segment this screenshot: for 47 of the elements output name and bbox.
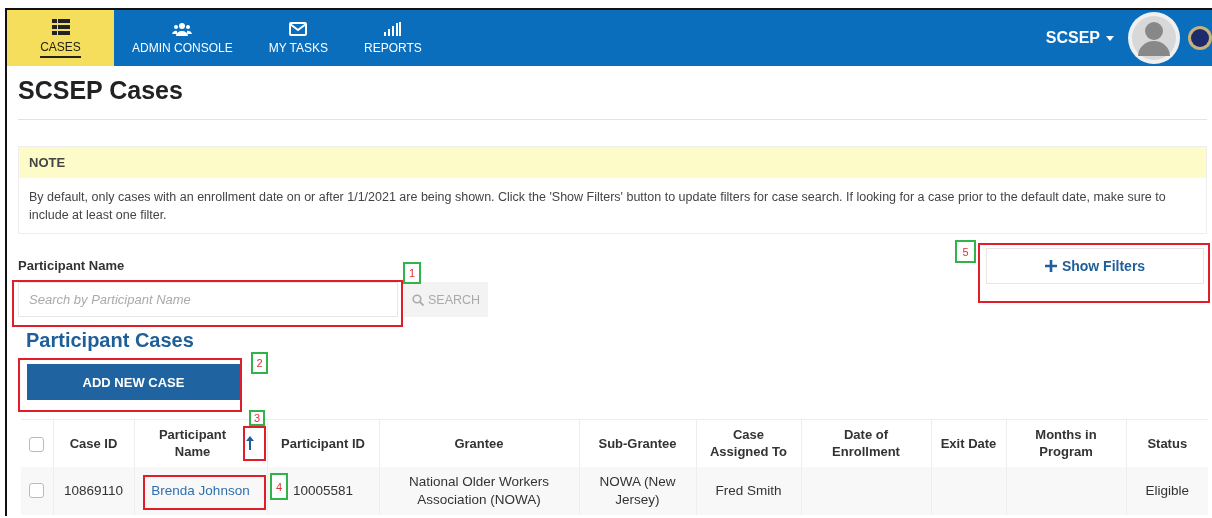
highlight-box xyxy=(243,426,266,461)
plus-icon xyxy=(1044,260,1057,272)
nav-tab[interactable]: REPORTS xyxy=(346,10,440,66)
callout-number: 4 xyxy=(270,473,288,500)
column-header[interactable]: Case ID xyxy=(61,434,126,452)
user-menu[interactable]: SCSEP xyxy=(1039,28,1120,48)
seal-icon xyxy=(1188,26,1212,50)
signal-icon xyxy=(383,21,402,36)
search-icon xyxy=(412,293,424,306)
checkbox[interactable] xyxy=(29,483,45,499)
table-cell: Eligible xyxy=(1145,482,1189,498)
column-header[interactable]: Date of Enrollment xyxy=(809,426,923,461)
column-header[interactable]: Participant Name xyxy=(158,426,227,461)
table-cell: Fred Smith xyxy=(715,482,782,498)
column-header[interactable]: Exit Date xyxy=(939,434,998,452)
nav-tab[interactable]: CASES xyxy=(7,10,114,66)
column-header[interactable]: Grantee xyxy=(387,434,571,452)
caret-icon xyxy=(1106,35,1114,41)
column-header[interactable]: Months in Program xyxy=(1014,426,1118,461)
column-header[interactable]: Participant ID xyxy=(275,434,371,452)
column-header[interactable]: Sub-Grantee xyxy=(587,434,688,452)
mail-icon xyxy=(289,21,308,36)
callout-number: 1 xyxy=(403,262,421,284)
show-filters-button[interactable]: Show Filters xyxy=(986,248,1204,284)
section-title: Participant Cases xyxy=(26,329,195,352)
column-header[interactable]: Case Assigned To xyxy=(704,426,793,461)
add-case-button[interactable]: ADD NEW CASE xyxy=(27,364,240,400)
table-cell: 10869110 xyxy=(63,482,124,498)
table-cell: National Older Workers Association (NOWA) xyxy=(408,473,550,507)
note-title: NOTE xyxy=(19,147,1206,178)
note-text: By default, only cases with an enrollment date on or after 1/1/2021 are being shown. Click the 'Show Filters' button to update filters for case search. If looking for a case prior to the default date, make sure to include at least one filter. xyxy=(28,189,1167,224)
checkbox[interactable] xyxy=(29,436,45,452)
list-icon xyxy=(51,18,70,35)
users-icon xyxy=(172,21,193,36)
nav-tab[interactable]: ADMIN CONSOLE xyxy=(114,10,251,66)
callout-number: 2 xyxy=(251,352,268,374)
table-cell: NOWA (New Jersey) xyxy=(599,473,676,507)
callout-number: 3 xyxy=(249,410,265,426)
callout-number: 5 xyxy=(955,240,976,263)
avatar-icon[interactable] xyxy=(1128,12,1180,64)
page-title: SCSEP Cases xyxy=(18,75,184,105)
column-header[interactable]: Status xyxy=(1134,434,1200,452)
sort-arrow-icon[interactable] xyxy=(246,436,255,451)
table-cell: 10005581 xyxy=(292,482,354,498)
nav-tab[interactable]: MY TASKS xyxy=(250,10,347,66)
search-field[interactable]: Search by Participant Name xyxy=(18,282,398,317)
field-label: Participant Name xyxy=(18,258,125,273)
